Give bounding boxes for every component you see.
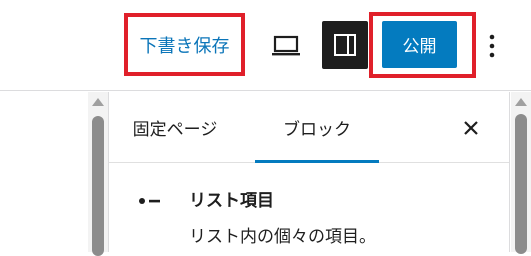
laptop-icon [272,35,300,56]
tab-block[interactable]: ブロック [255,92,379,163]
preview-button[interactable] [266,26,306,66]
scroll-up-arrow-icon[interactable] [92,98,104,106]
sidebar-panel-icon [334,34,356,56]
scroll-thumb[interactable] [515,114,527,254]
editor-header-toolbar: 下書き保存 公開 [0,0,531,91]
block-card: リスト項目 リスト内の個々の項目。 [109,182,509,252]
settings-sidebar: 固定ページ ブロック リスト項目 リスト内の個々の項目。 [108,92,510,252]
vertical-ellipsis-icon [489,34,495,58]
block-description: リスト内の個々の項目。 [189,227,376,247]
scroll-thumb[interactable] [92,116,104,256]
scroll-up-arrow-icon[interactable] [515,98,527,106]
close-icon [464,121,478,135]
save-draft-highlight [124,13,245,76]
list-item-icon [139,198,160,204]
settings-toggle-button[interactable] [322,21,368,69]
more-options-button[interactable] [478,26,506,66]
tab-page[interactable]: 固定ページ [119,92,231,163]
sidebar-scrollbar[interactable] [511,92,531,254]
sidebar-tabs: 固定ページ ブロック [109,92,509,163]
publish-highlight [369,12,476,78]
active-tab-indicator [255,160,379,163]
editor-scrollbar[interactable] [88,92,108,256]
block-title: リスト項目 [189,191,274,211]
close-sidebar-button[interactable] [453,108,489,148]
